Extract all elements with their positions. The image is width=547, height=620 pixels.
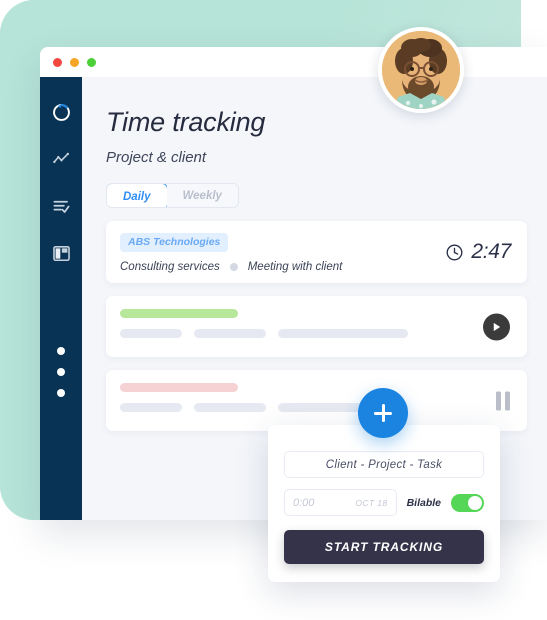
time-entry-card-detailed[interactable]: ABS Technologies Consulting services Mee…	[106, 221, 527, 283]
play-icon	[493, 322, 501, 331]
dashboard-layout-icon	[52, 245, 70, 261]
close-window-button[interactable]	[53, 57, 62, 67]
placeholder-bar	[120, 403, 182, 412]
placeholder-bar	[120, 329, 182, 338]
duration-value: 2:47	[471, 240, 511, 263]
sidebar-dot-1[interactable]	[57, 347, 65, 355]
sidebar-dot-2[interactable]	[57, 368, 65, 376]
billable-toggle[interactable]	[451, 493, 484, 512]
task-label: Meeting with client	[247, 261, 343, 273]
start-tracking-label: START TRACKING	[324, 540, 444, 554]
sidebar-item-timer[interactable]	[48, 99, 74, 125]
clock-icon	[446, 244, 463, 260]
sidebar-dot-3[interactable]	[57, 389, 65, 397]
sidebar-dots-group	[57, 347, 65, 397]
tab-daily[interactable]: Daily	[106, 184, 168, 207]
page-title: Time tracking	[106, 107, 266, 137]
service-label: Consulting services	[120, 261, 220, 273]
tab-weekly[interactable]: Weekly	[166, 184, 238, 207]
entry-accent-bar	[120, 309, 238, 318]
timer-circle-icon	[52, 103, 70, 121]
avatar-illustration-icon	[382, 31, 460, 109]
client-project-task-selector[interactable]: Client - Project - Task	[284, 451, 484, 478]
task-list-check-icon	[53, 200, 69, 213]
sidebar-item-tasks[interactable]	[48, 193, 74, 219]
client-badge[interactable]: ABS Technologies	[120, 233, 229, 252]
duration-input-value: 0:00	[293, 496, 315, 509]
billable-label: Bilable	[406, 496, 441, 509]
add-entry-button[interactable]	[358, 388, 408, 438]
selector-placeholder: Client - Project - Task	[325, 458, 443, 471]
play-button[interactable]	[483, 313, 510, 340]
toggle-knob	[468, 495, 482, 510]
pause-icon	[496, 391, 501, 410]
maximize-window-button[interactable]	[87, 57, 96, 67]
pause-button[interactable]	[496, 391, 510, 410]
time-entry-card-skeleton-green[interactable]	[106, 296, 527, 357]
entry-duration: 2:47	[445, 240, 511, 264]
placeholder-bar	[278, 329, 408, 338]
new-entry-popup: Client - Project - Task 0:00 OCT 18 Bila…	[268, 425, 500, 582]
window-titlebar	[40, 47, 547, 77]
sidebar	[40, 77, 82, 520]
placeholder-bar	[194, 403, 266, 412]
view-mode-tabs: Daily Weekly	[106, 183, 239, 208]
popup-time-row: 0:00 OCT 18 Bilable	[284, 489, 484, 516]
screenshot-root: Time tracking Project & client Daily Wee…	[0, 0, 547, 620]
pause-icon	[505, 391, 510, 410]
time-entry-card-skeleton-pink[interactable]	[106, 370, 527, 431]
entry-placeholder-row	[120, 403, 513, 412]
analytics-chart-icon	[52, 152, 69, 163]
entry-accent-bar	[120, 383, 238, 392]
start-tracking-button[interactable]: START TRACKING	[284, 530, 484, 564]
duration-input[interactable]: 0:00 OCT 18	[284, 489, 397, 516]
placeholder-bar	[194, 329, 266, 338]
separator-dot-icon	[229, 263, 238, 271]
plus-icon	[381, 404, 385, 422]
user-avatar[interactable]	[378, 27, 464, 113]
page-subtitle: Project & client	[106, 149, 207, 166]
date-label: OCT 18	[355, 497, 388, 508]
minimize-window-button[interactable]	[70, 57, 79, 67]
sidebar-item-dashboard[interactable]	[48, 240, 74, 266]
sidebar-item-analytics[interactable]	[48, 146, 74, 172]
entry-placeholder-row	[120, 329, 513, 338]
